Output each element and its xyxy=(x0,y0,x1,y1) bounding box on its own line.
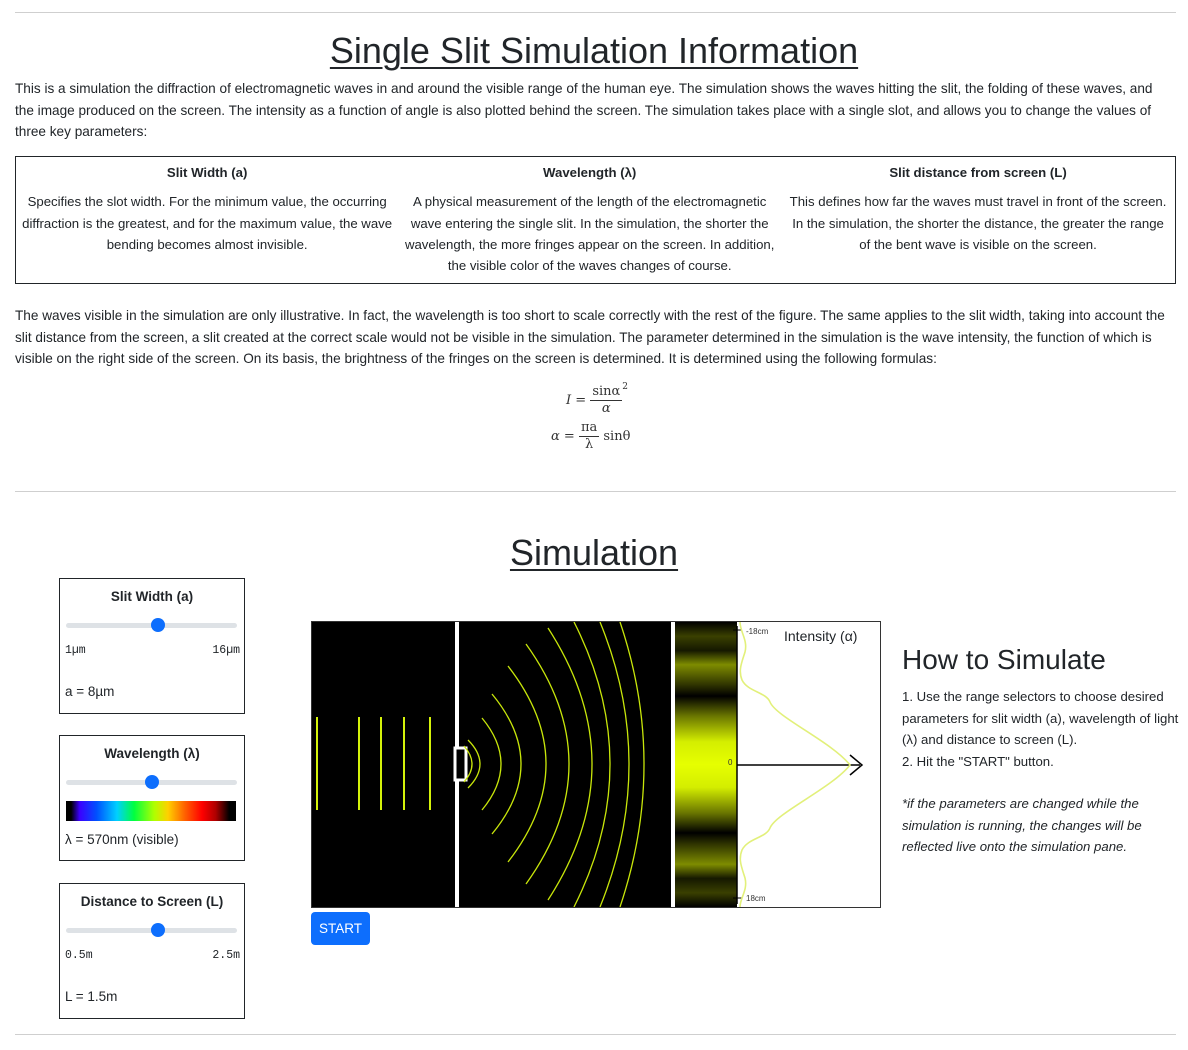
simulation-canvas: -18cm 18cm 0 Intensity (α) xyxy=(311,621,881,908)
distance-min: 0.5m xyxy=(65,949,93,962)
table-header-slit-width: Slit Width (a) xyxy=(166,165,248,180)
top-range-label: -18cm xyxy=(746,627,769,636)
table-cell-slit-width: Specifies the slot width. For the minimu… xyxy=(22,194,393,252)
table-cell-distance: This defines how far the waves must trav… xyxy=(789,194,1167,252)
how-to-steps: 1. Use the range selectors to choose des… xyxy=(902,686,1182,772)
formula1-exponent: 2 xyxy=(622,381,629,392)
slit-width-max: 16µm xyxy=(212,644,240,657)
formula2-denominator: λ xyxy=(584,437,594,452)
incident-wavefronts xyxy=(316,717,431,810)
note-paragraph: The waves visible in the simulation are … xyxy=(15,308,1165,366)
formula1-numerator: sinα xyxy=(590,384,623,401)
slit-barrier xyxy=(453,622,468,907)
distance-panel: Distance to Screen (L) 0.5m 2.5m L = 1.5… xyxy=(59,883,245,1019)
formula1-denominator: α xyxy=(601,401,611,416)
screen-line xyxy=(671,622,675,907)
intensity-plot-title: Intensity (α) xyxy=(784,628,857,644)
alpha-formula: α = πa λ sinθ xyxy=(551,420,630,453)
slit-width-panel: Slit Width (a) 1µm 16µm a = 8µm xyxy=(59,578,245,714)
wavelength-panel: Wavelength (λ) λ = 570nm (visible) xyxy=(59,735,245,861)
formula2-rhs: sinθ xyxy=(603,429,631,444)
wavelength-slider[interactable] xyxy=(66,775,237,789)
wavelength-label: Wavelength (λ) xyxy=(104,746,200,761)
formula2-lhs: α = xyxy=(551,429,575,444)
distance-value: L = 1.5m xyxy=(65,989,118,1004)
slit-width-slider[interactable] xyxy=(66,618,237,632)
slit-width-label: Slit Width (a) xyxy=(110,589,194,604)
info-title: Single Slit Simulation Information xyxy=(329,30,859,71)
formula1-lhs: I = xyxy=(566,393,587,408)
distance-label: Distance to Screen (L) xyxy=(80,894,224,909)
formula2-numerator: πa xyxy=(578,420,600,437)
bottom-range-label: 18cm xyxy=(746,894,766,903)
how-to-section: How to Simulate 1. Use the range selecto… xyxy=(902,644,1182,858)
intensity-formula: I = sinα α 2 xyxy=(566,381,629,417)
simulation-svg: -18cm 18cm 0 Intensity (α) xyxy=(316,622,880,907)
distance-max: 2.5m xyxy=(212,949,240,962)
middle-divider xyxy=(15,491,1176,492)
zero-label: 0 xyxy=(728,758,733,767)
formula1-fraction: sinα α xyxy=(590,384,623,417)
diffracted-wavefronts xyxy=(463,622,645,907)
parameters-table: Slit Width (a) Wavelength (λ) Slit dista… xyxy=(15,156,1176,284)
wavelength-slider-thumb[interactable] xyxy=(145,775,159,789)
simulation-title: Simulation xyxy=(509,532,679,573)
wavelength-spectrum xyxy=(66,801,236,821)
bottom-divider xyxy=(15,1034,1176,1035)
distance-slider[interactable] xyxy=(66,923,237,937)
intro-paragraph: This is a simulation the diffraction of … xyxy=(15,81,1153,139)
table-cell-wavelength: A physical measurement of the length of … xyxy=(404,194,775,274)
slit-width-min: 1µm xyxy=(65,644,86,657)
slit-width-value: a = 8µm xyxy=(65,684,115,699)
formula2-fraction: πa λ xyxy=(578,420,600,453)
slit-width-slider-thumb[interactable] xyxy=(151,618,165,632)
start-button[interactable]: START xyxy=(311,912,370,945)
how-to-step-1: 1. Use the range selectors to choose des… xyxy=(902,689,1179,747)
distance-slider-thumb[interactable] xyxy=(151,923,165,937)
table-header-distance: Slit distance from screen (L) xyxy=(889,165,1067,180)
table-header-wavelength: Wavelength (λ) xyxy=(543,165,637,180)
top-divider xyxy=(15,12,1176,13)
how-to-note: *if the parameters are changed while the… xyxy=(902,796,1142,854)
wavelength-value: λ = 570nm (visible) xyxy=(65,832,179,847)
how-to-title: How to Simulate xyxy=(902,644,1106,675)
how-to-step-2: 2. Hit the "START" button. xyxy=(902,753,1054,769)
